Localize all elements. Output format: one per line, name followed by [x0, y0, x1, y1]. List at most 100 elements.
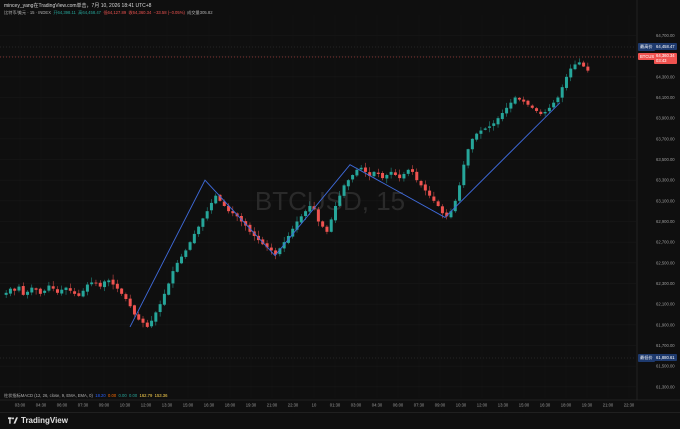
candle-body: [51, 286, 55, 289]
candle-body: [517, 97, 521, 100]
candle-body: [458, 185, 462, 201]
candle-body: [47, 285, 51, 291]
candle-body: [38, 288, 42, 294]
candle-body: [496, 118, 500, 125]
candle-body: [539, 111, 543, 115]
candle-body: [308, 206, 312, 212]
time-axis[interactable]: 03:00 04:30 06:00 07:30 09:00 10:30 12:00 13:30…: [15, 403, 635, 408]
candle-body: [162, 293, 166, 305]
candle-body: [423, 184, 427, 191]
time-tick-label: 13:30: [498, 403, 509, 408]
price-tick-label: 63,100.00: [656, 198, 675, 203]
time-tick-label: 10: [312, 403, 317, 408]
time-tick-label: 19:30: [582, 403, 593, 408]
candle-body: [184, 250, 188, 257]
candle-body: [393, 172, 397, 175]
candle-body: [85, 284, 89, 292]
candle-body: [94, 282, 98, 284]
open-value: 开64,398.11: [53, 10, 76, 15]
candle-body: [513, 97, 517, 104]
candle-body: [402, 173, 406, 179]
candle-body: [98, 282, 102, 287]
price-tick-label: 62,700.00: [656, 240, 675, 245]
candle-body: [60, 289, 64, 294]
candle-body: [569, 68, 573, 78]
time-tick-label: 18:00: [561, 403, 572, 408]
time-tick-label: 12:00: [141, 403, 152, 408]
candle-body: [372, 171, 376, 177]
candle-body: [145, 322, 149, 327]
candle-body: [167, 283, 171, 295]
candle-body: [564, 76, 568, 88]
min-value-text: 61,880.61: [656, 355, 675, 360]
candle-body: [381, 173, 385, 179]
candle-body: [209, 202, 213, 211]
macd-indicator-legend[interactable]: 柱状指标MACD (12, 26, close, 9, EMA, EMA, 0)…: [4, 393, 167, 399]
candle-body: [436, 201, 440, 206]
min-price-value: 61,880.61: [654, 354, 677, 361]
high-value: 高64,458.47: [78, 10, 101, 15]
time-tick-label: 15:00: [519, 403, 530, 408]
candle-body: [325, 226, 329, 232]
candle-body: [535, 108, 539, 111]
candle-body: [30, 287, 34, 293]
candle-body: [299, 216, 303, 223]
tradingview-logo[interactable]: TradingView: [8, 416, 68, 425]
candle-body: [21, 286, 25, 295]
symbol-name[interactable]: 比特币/美元 · 15 · INDEX: [4, 10, 51, 15]
candle-body: [346, 180, 350, 187]
chart-header-credit: mincey_yang在TradingView.com单击，7月 10, 202…: [4, 3, 152, 9]
indicator-value-5: 162.79: [139, 393, 153, 398]
candle-body: [13, 288, 17, 291]
candle-body: [214, 195, 218, 204]
time-tick-label: 10:30: [120, 403, 131, 408]
time-tick-label: 15:00: [183, 403, 194, 408]
candle-body: [500, 113, 504, 120]
candle-body: [586, 66, 590, 71]
candle-body: [577, 62, 581, 65]
candle-body: [415, 171, 419, 181]
candle-body: [338, 195, 342, 206]
time-tick-label: 06:00: [393, 403, 404, 408]
candle-body: [406, 169, 410, 174]
indicator-value-4: 0.00: [129, 393, 138, 398]
candle-body: [479, 130, 483, 134]
price-axis[interactable]: 64,700.0064,500.0064,300.0064,100.0063,9…: [656, 33, 675, 389]
price-tick-label: 62,900.00: [656, 219, 675, 224]
candle-body: [359, 167, 363, 170]
candle-body: [505, 107, 509, 114]
time-tick-label: 07:30: [78, 403, 89, 408]
low-value: 低64,127.89: [103, 10, 127, 15]
candle-body: [8, 288, 12, 294]
time-tick-label: 22:30: [624, 403, 635, 408]
logo-text: TradingView: [21, 416, 68, 425]
max-tag-label: 最高价: [640, 44, 653, 49]
min-tag-label: 最低价: [640, 355, 653, 360]
candle-body: [363, 167, 367, 172]
candle-body: [205, 211, 209, 219]
candle-body: [440, 206, 444, 214]
candle-body: [103, 281, 107, 288]
price-tick-label: 64,300.00: [656, 74, 675, 79]
symbol-info-bar: 比特币/美元 · 15 · INDEX 开64,398.11 高64,458.4…: [4, 10, 213, 16]
candle-body: [342, 185, 346, 196]
candle-body: [547, 107, 551, 112]
candle-body: [154, 312, 158, 322]
candle-body: [34, 288, 38, 290]
indicator-name: 柱状指标MACD (12, 26, close, 9, EMA, EMA, 0): [4, 393, 93, 398]
candle-body: [556, 97, 560, 103]
candle-body: [192, 233, 196, 244]
price-chart[interactable]: BTCUSD, 15 64,700.0064,500.0064,300.0064…: [0, 0, 680, 428]
time-tick-label: 16:30: [540, 403, 551, 408]
candle-body: [201, 218, 205, 227]
time-tick-label: 03:00: [351, 403, 362, 408]
footer-bar: TradingView: [0, 412, 680, 429]
candle-body: [398, 174, 402, 179]
price-tick-label: 63,500.00: [656, 157, 675, 162]
candle-body: [111, 279, 115, 285]
candle-body: [419, 181, 423, 186]
candle-body: [90, 282, 94, 285]
candle-body: [175, 262, 179, 272]
price-tick-label: 61,900.00: [656, 322, 675, 327]
candle-body: [432, 196, 436, 201]
